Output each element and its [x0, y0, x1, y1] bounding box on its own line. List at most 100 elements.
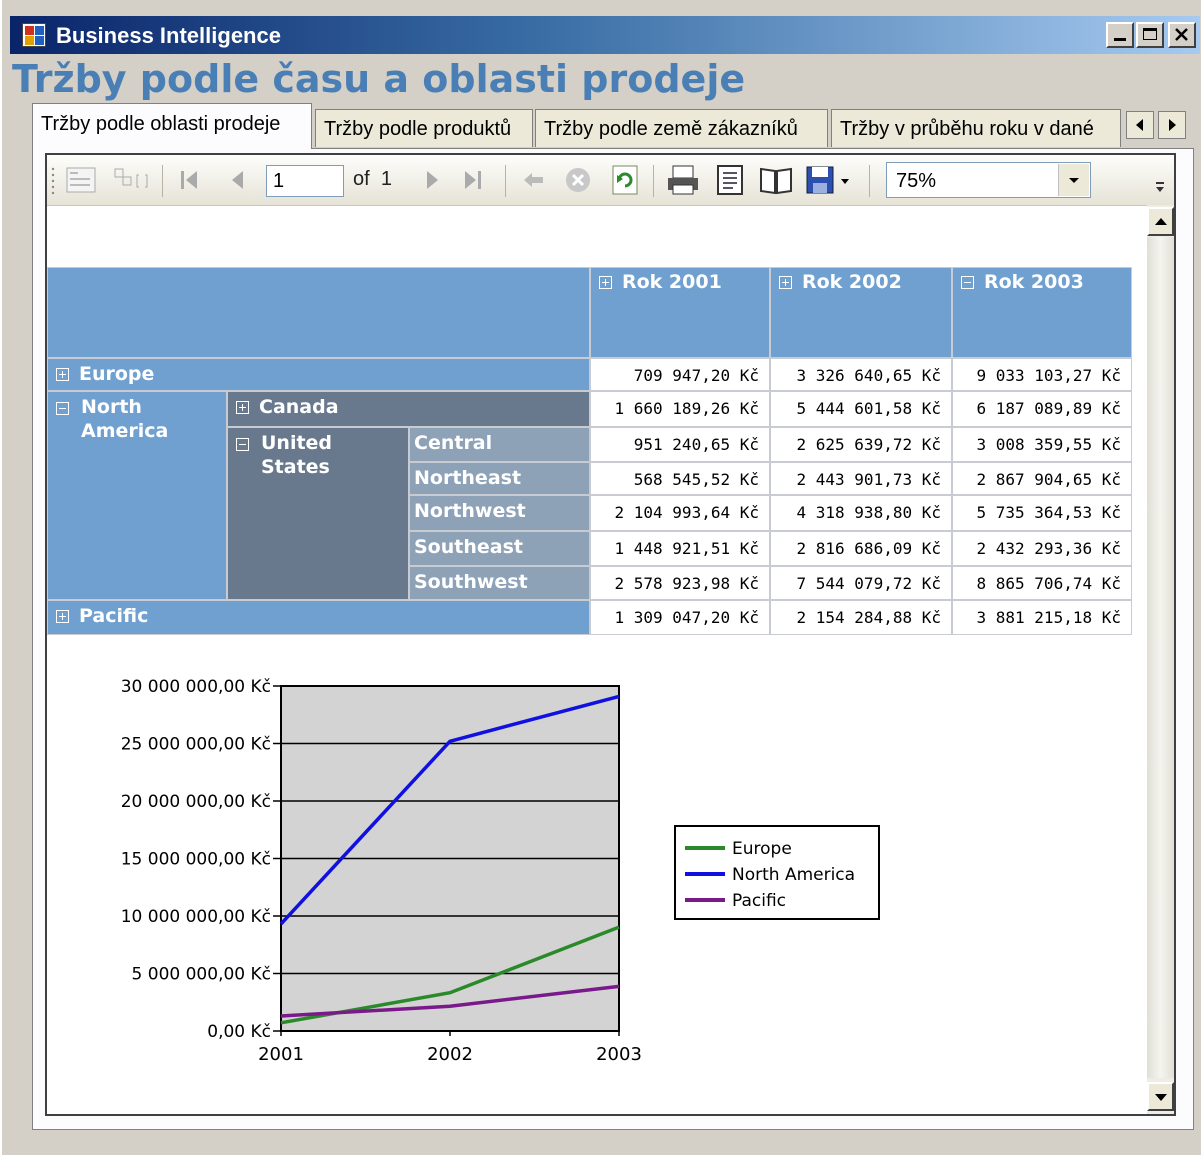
- minimize-icon: [1114, 38, 1126, 41]
- row-header-northeast: Northeast: [409, 462, 590, 495]
- value-cell: 9 033 103,27 Kč: [952, 358, 1132, 391]
- value-cell: 3 008 359,55 Kč: [952, 427, 1132, 462]
- next-page-icon[interactable]: [417, 165, 447, 195]
- print-icon[interactable]: [665, 163, 701, 197]
- zoom-value: 75%: [896, 170, 937, 192]
- toolbar-separator: [869, 165, 870, 197]
- value-cell: 4 318 938,80 Kč: [770, 495, 952, 531]
- value-cell: 2 625 639,72 Kč: [770, 427, 952, 462]
- row-header-southeast: Southeast: [409, 531, 590, 566]
- toolbar-separator: [505, 165, 506, 197]
- report-title: Tržby podle času a oblasti prodeje: [12, 57, 746, 101]
- expand-toggle-icon[interactable]: [779, 276, 792, 289]
- value-cell: 1 660 189,26 Kč: [590, 391, 770, 427]
- page-setup-icon[interactable]: [757, 163, 795, 197]
- value-cell: 2 578 923,98 Kč: [590, 566, 770, 600]
- value-cell: 2 867 904,65 Kč: [952, 462, 1132, 495]
- row-header-northwest: Northwest: [409, 495, 590, 531]
- tab-scroll-left-button[interactable]: [1126, 111, 1154, 139]
- triangle-right-icon: [1169, 119, 1176, 131]
- of-label: of: [353, 168, 370, 190]
- value-cell: 5 735 364,53 Kč: [952, 495, 1132, 531]
- parent-report-icon[interactable]: [109, 165, 153, 195]
- maximize-button[interactable]: [1136, 22, 1164, 48]
- total-pages: 1: [380, 168, 392, 190]
- toolbar-grip: [51, 167, 55, 195]
- close-icon: [1175, 28, 1188, 41]
- collapse-toggle-icon[interactable]: [56, 402, 69, 415]
- last-page-icon[interactable]: [457, 165, 491, 195]
- tab-label: Tržby podle oblasti prodeje: [41, 113, 281, 135]
- tab-sales-by-region[interactable]: Tržby podle oblasti prodeje: [32, 103, 312, 149]
- matrix-corner: [47, 267, 590, 358]
- tab-label: Tržby podle země zákazníků: [544, 118, 798, 140]
- row-label: United States: [261, 432, 333, 478]
- value-cell: 1 448 921,51 Kč: [590, 531, 770, 566]
- zoom-select[interactable]: 75%: [886, 162, 1091, 198]
- column-header-2001[interactable]: Rok 2001: [590, 267, 770, 358]
- chevron-down-icon: [1069, 178, 1079, 183]
- tab-strip: Tržby podle oblasti prodeje Tržby podle …: [32, 103, 1194, 149]
- row-header-north-america[interactable]: North America: [47, 391, 227, 600]
- row-label: Europe: [79, 363, 155, 385]
- close-button[interactable]: [1168, 22, 1196, 48]
- toolbar-overflow-icon[interactable]: [1151, 177, 1169, 201]
- collapse-toggle-icon[interactable]: [236, 438, 249, 451]
- value-cell: 3 326 640,65 Kč: [770, 358, 952, 391]
- tab-scroll-right-button[interactable]: [1158, 111, 1186, 139]
- value-cell: 1 309 047,20 Kč: [590, 600, 770, 635]
- value-cell: 2 154 284,88 Kč: [770, 600, 952, 635]
- expand-toggle-icon[interactable]: [56, 610, 69, 623]
- value-cell: 8 865 706,74 Kč: [952, 566, 1132, 600]
- row-label: North America: [81, 396, 169, 442]
- column-header-label: Rok 2003: [984, 271, 1084, 293]
- print-layout-icon[interactable]: [713, 163, 747, 197]
- expand-toggle-icon[interactable]: [236, 401, 249, 414]
- row-header-canada[interactable]: Canada: [227, 391, 590, 427]
- value-cell: 2 104 993,64 Kč: [590, 495, 770, 531]
- value-cell: 5 444 601,58 Kč: [770, 391, 952, 427]
- triangle-up-icon: [1155, 218, 1167, 225]
- app-window: Business Intelligence Tržby podle oblast…: [0, 0, 1201, 1155]
- window-title: Business Intelligence: [56, 23, 281, 48]
- tab-sales-by-product[interactable]: Tržby podle produktů: [315, 109, 533, 147]
- column-header-2003[interactable]: Rok 2003: [952, 267, 1132, 358]
- report-toolbar: 1 of 1 75%: [47, 155, 1174, 206]
- export-save-icon[interactable]: [803, 163, 855, 197]
- title-bar: Business Intelligence: [10, 16, 1200, 54]
- row-header-europe[interactable]: Europe: [47, 358, 590, 391]
- tab-sales-during-year[interactable]: Tržby v průběhu roku v dané: [831, 109, 1121, 147]
- tab-sales-by-customer-country[interactable]: Tržby podle země zákazníků: [535, 109, 828, 147]
- value-cell: 568 545,52 Kč: [590, 462, 770, 495]
- back-icon[interactable]: [519, 165, 549, 195]
- value-cell: 3 881 215,18 Kč: [952, 600, 1132, 635]
- toolbar-separator: [653, 165, 654, 197]
- scroll-track[interactable]: [1147, 237, 1174, 1078]
- expand-toggle-icon[interactable]: [599, 276, 612, 289]
- document-map-icon[interactable]: [65, 165, 99, 195]
- tab-label: Tržby v průběhu roku v dané: [840, 118, 1094, 140]
- column-header-label: Rok 2001: [622, 271, 722, 293]
- value-cell: 2 432 293,36 Kč: [952, 531, 1132, 566]
- previous-page-icon[interactable]: [223, 165, 253, 195]
- value-cell: 951 240,65 Kč: [590, 427, 770, 462]
- triangle-down-icon: [1155, 1094, 1167, 1101]
- value-cell: 2 816 686,09 Kč: [770, 531, 952, 566]
- row-header-united-states[interactable]: United States: [227, 427, 409, 600]
- page-number-input[interactable]: 1: [266, 165, 344, 197]
- collapse-toggle-icon[interactable]: [961, 276, 974, 289]
- minimize-button[interactable]: [1106, 22, 1134, 48]
- vertical-scrollbar[interactable]: [1147, 205, 1174, 1114]
- stop-icon[interactable]: [562, 165, 594, 195]
- page-count-label: of 1: [353, 168, 392, 191]
- zoom-dropdown-button[interactable]: [1058, 164, 1089, 196]
- scroll-down-button[interactable]: [1147, 1082, 1174, 1111]
- toolbar-separator: [162, 165, 163, 197]
- scroll-up-button[interactable]: [1147, 207, 1174, 236]
- refresh-icon[interactable]: [609, 163, 641, 197]
- value-cell: 2 443 901,73 Kč: [770, 462, 952, 495]
- row-header-pacific[interactable]: Pacific: [47, 600, 590, 635]
- first-page-icon[interactable]: [175, 165, 205, 195]
- expand-toggle-icon[interactable]: [56, 368, 69, 381]
- column-header-2002[interactable]: Rok 2002: [770, 267, 952, 358]
